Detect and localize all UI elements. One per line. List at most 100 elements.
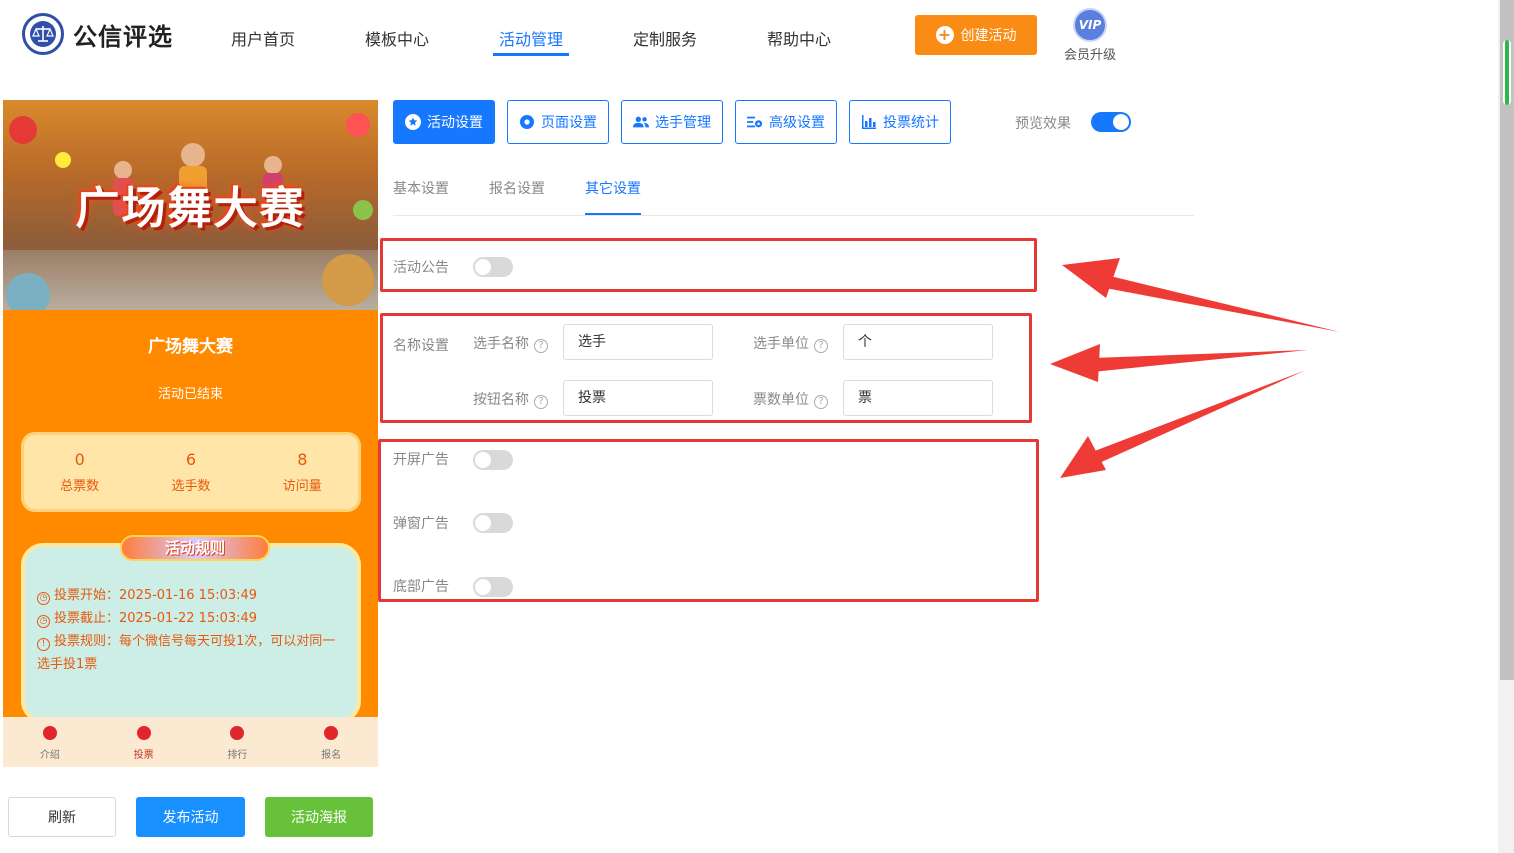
- help-icon[interactable]: ?: [534, 395, 548, 409]
- banner-title: 广场舞大赛: [75, 183, 306, 234]
- users-icon: [633, 114, 649, 130]
- stat-label: 选手数: [171, 479, 211, 494]
- bar-chart-icon: [861, 114, 877, 130]
- tab-intro[interactable]: 介绍: [3, 717, 97, 767]
- stat-label: 访问量: [282, 479, 322, 494]
- arrow-to-announcement: [1062, 258, 1340, 332]
- scales-icon: [22, 13, 64, 55]
- stat-label: 总票数: [60, 479, 100, 494]
- player-unit-input[interactable]: 个: [843, 324, 993, 360]
- announcement-label: 活动公告: [393, 260, 449, 276]
- bottom-ad-label: 底部广告: [393, 579, 449, 595]
- player-name-label: 选手名称?: [473, 333, 548, 353]
- clock-icon: ◷: [37, 592, 50, 605]
- stat-value: 0: [74, 450, 85, 469]
- tab-advanced-settings[interactable]: 高级设置: [735, 100, 837, 144]
- vote-unit-label: 票数单位?: [753, 389, 828, 409]
- brand-logo[interactable]: 公信评选: [22, 13, 173, 55]
- subtab-basic-settings[interactable]: 基本设置: [393, 178, 449, 198]
- arrow-to-naming: [1050, 344, 1308, 382]
- help-icon[interactable]: ?: [534, 339, 548, 353]
- rule-start-time: ◷ 投票开始：2025-01-16 15:03:49: [37, 584, 257, 607]
- vip-upgrade-label: 会员升级: [1063, 48, 1116, 63]
- stat-value: 8: [297, 450, 308, 469]
- rule-end-time: ◷ 投票截止：2025-01-22 15:03:49: [37, 607, 257, 630]
- rule-vote-policy: ! 投票规则：每个微信号每天可投1次，可以对同一选手投1票: [37, 630, 337, 676]
- bottom-ad-toggle[interactable]: [473, 577, 513, 597]
- logo-text: 公信评选: [73, 22, 173, 51]
- stat-visits: 8 访问量: [252, 450, 352, 494]
- annotation-arrows: [1050, 258, 1340, 478]
- subtab-other-settings[interactable]: 其它设置: [585, 178, 641, 198]
- vote-icon: [136, 726, 151, 740]
- tab-label: 页面设置: [541, 115, 597, 131]
- tab-label: 排行: [227, 750, 248, 761]
- preview-activity-status: 活动已结束: [157, 387, 223, 402]
- subtab-active-indicator: [585, 213, 641, 215]
- announcement-toggle[interactable]: [473, 257, 513, 277]
- ranking-icon: [230, 726, 245, 740]
- tab-page-settings[interactable]: 页面设置: [507, 100, 609, 144]
- popup-ad-toggle[interactable]: [473, 513, 513, 533]
- rule-text: 投票截止：2025-01-22 15:03:49: [54, 611, 258, 626]
- star-badge-icon: [405, 114, 421, 130]
- scrollbar-thumb[interactable]: [1503, 40, 1511, 105]
- tab-vote[interactable]: 投票: [97, 717, 191, 767]
- tab-activity-settings[interactable]: 活动设置: [393, 100, 495, 144]
- nav-active-indicator: [493, 53, 569, 56]
- publish-activity-button[interactable]: 发布活动: [136, 797, 245, 837]
- preview-effect-toggle[interactable]: [1091, 112, 1131, 132]
- player-unit-label: 选手单位?: [753, 333, 828, 353]
- rules-title: 活动规则: [120, 535, 270, 561]
- tab-player-management[interactable]: 选手管理: [621, 100, 723, 144]
- tab-label: 活动设置: [427, 115, 483, 131]
- field-label-text: 票数单位: [753, 392, 809, 408]
- clock-icon: ◷: [37, 615, 50, 628]
- field-label-text: 选手单位: [753, 336, 809, 352]
- sliders-gear-icon: [747, 114, 763, 130]
- refresh-button[interactable]: 刷新: [8, 797, 116, 837]
- preview-tabbar: 介绍 投票 排行 报名: [3, 717, 378, 767]
- mobile-preview: 广场舞大赛 广场舞大赛 活动已结束 0 总票数 6 选手数 8 访问量 活动规则…: [3, 100, 378, 767]
- create-activity-label: 创建活动: [960, 28, 1017, 44]
- nav-activity-management[interactable]: 活动管理: [499, 26, 563, 50]
- tab-label: 投票统计: [883, 115, 939, 131]
- info-icon: !: [37, 638, 50, 651]
- preview-effect-label: 预览效果: [1015, 116, 1071, 132]
- help-icon[interactable]: ?: [814, 339, 828, 353]
- stats-panel: 0 总票数 6 选手数 8 访问量: [21, 432, 361, 512]
- intro-icon: [42, 726, 57, 740]
- activity-poster-button[interactable]: 活动海报: [265, 797, 373, 837]
- button-name-input[interactable]: 投票: [563, 380, 713, 416]
- subtab-divider: [393, 215, 1194, 216]
- splash-ad-toggle[interactable]: [473, 450, 513, 470]
- vote-unit-input[interactable]: 票: [843, 380, 993, 416]
- tab-label: 选手管理: [655, 115, 711, 131]
- rule-text: 投票开始：2025-01-16 15:03:49: [54, 588, 258, 603]
- stat-total-votes: 0 总票数: [30, 450, 130, 494]
- gear-icon: [519, 114, 535, 130]
- create-activity-button[interactable]: + 创建活动: [915, 15, 1037, 55]
- nav-help-center[interactable]: 帮助中心: [767, 26, 831, 50]
- nav-user-home[interactable]: 用户首页: [231, 26, 295, 50]
- nav-template-center[interactable]: 模板中心: [365, 26, 429, 50]
- button-name-label: 按钮名称?: [473, 389, 548, 409]
- tab-label: 投票: [133, 750, 154, 761]
- plus-icon: +: [935, 26, 954, 44]
- tab-ranking[interactable]: 排行: [191, 717, 285, 767]
- tab-vote-statistics[interactable]: 投票统计: [849, 100, 951, 144]
- nav-custom-service[interactable]: 定制服务: [633, 26, 697, 50]
- stat-players: 6 选手数: [141, 450, 241, 494]
- vip-upgrade[interactable]: VIP 会员升级: [1060, 8, 1120, 63]
- field-label-text: 选手名称: [473, 336, 529, 352]
- field-label-text: 按钮名称: [473, 392, 529, 408]
- rules-panel: 活动规则 ◷ 投票开始：2025-01-16 15:03:49 ◷ 投票截止：202…: [21, 535, 361, 723]
- popup-ad-label: 弹窗广告: [393, 516, 449, 532]
- naming-settings-label: 名称设置: [393, 338, 449, 354]
- activity-banner: 广场舞大赛: [3, 100, 378, 310]
- vip-badge-icon: VIP: [1073, 8, 1107, 42]
- tab-signup[interactable]: 报名: [284, 717, 378, 767]
- help-icon[interactable]: ?: [814, 395, 828, 409]
- subtab-signup-settings[interactable]: 报名设置: [489, 178, 545, 198]
- player-name-input[interactable]: 选手: [563, 324, 713, 360]
